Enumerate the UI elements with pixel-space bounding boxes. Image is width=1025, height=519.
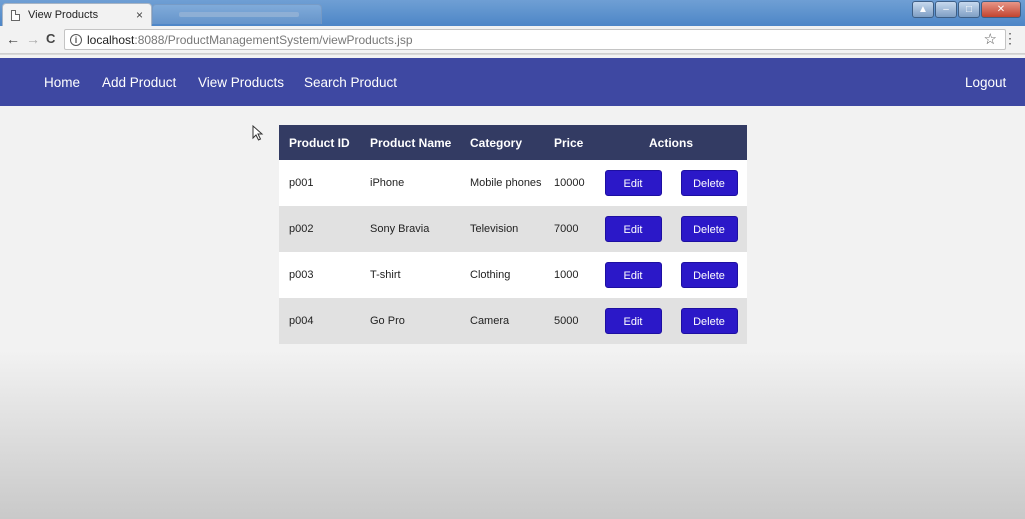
cell-product-name: iPhone: [360, 160, 460, 206]
minimize-button[interactable]: –: [935, 1, 957, 18]
close-window-button[interactable]: ✕: [981, 1, 1021, 18]
nav-home-link[interactable]: Home: [44, 75, 80, 90]
cell-category: Television: [460, 206, 544, 252]
table-row: p002 Sony Bravia Television 7000 Edit De…: [279, 206, 747, 252]
cell-product-name: Sony Bravia: [360, 206, 460, 252]
delete-button[interactable]: Delete: [680, 170, 738, 196]
browser-tab-inactive[interactable]: [152, 4, 322, 24]
cell-product-id: p001: [279, 160, 360, 206]
cell-price: 7000: [544, 206, 595, 252]
reload-icon[interactable]: C: [46, 31, 55, 46]
forward-icon[interactable]: →: [26, 31, 40, 47]
page-viewport: Home Add Product View Products Search Pr…: [0, 55, 1025, 519]
top-navbar: Home Add Product View Products Search Pr…: [0, 58, 1025, 106]
cell-category: Mobile phones: [460, 160, 544, 206]
tab-close-icon[interactable]: ×: [136, 8, 143, 22]
url-host: localhost: [87, 32, 135, 47]
bookmark-star-icon[interactable]: ☆: [984, 30, 997, 48]
header-actions: Actions: [595, 125, 747, 160]
cell-category: Camera: [460, 298, 544, 344]
cell-product-name: T-shirt: [360, 252, 460, 298]
edit-button[interactable]: Edit: [604, 216, 662, 242]
cell-category: Clothing: [460, 252, 544, 298]
nav-logout-link[interactable]: Logout: [965, 75, 1006, 90]
header-category: Category: [460, 125, 544, 160]
nav-view-products-link[interactable]: View Products: [198, 75, 284, 90]
browser-menu-icon[interactable]: ⋮: [1003, 30, 1017, 47]
cell-product-id: p004: [279, 298, 360, 344]
user-icon[interactable]: ▲: [912, 1, 934, 18]
cell-product-name: Go Pro: [360, 298, 460, 344]
header-price: Price: [544, 125, 595, 160]
browser-tab-active[interactable]: View Products ×: [2, 3, 152, 26]
header-product-id: Product ID: [279, 125, 360, 160]
delete-button[interactable]: Delete: [680, 308, 738, 334]
edit-button[interactable]: Edit: [604, 308, 662, 334]
window-controls: ▲ – □ ✕: [912, 1, 1021, 18]
nav-search-product-link[interactable]: Search Product: [304, 75, 397, 90]
info-icon[interactable]: i: [70, 33, 82, 46]
address-bar[interactable]: i localhost:8088/ProductManagementSystem…: [64, 29, 1006, 50]
back-icon[interactable]: ←: [6, 31, 20, 47]
delete-button[interactable]: Delete: [680, 216, 738, 242]
edit-button[interactable]: Edit: [604, 170, 662, 196]
table-row: p004 Go Pro Camera 5000 Edit Delete: [279, 298, 747, 344]
header-product-name: Product Name: [360, 125, 460, 160]
table-row: p001 iPhone Mobile phones 10000 Edit Del…: [279, 160, 747, 206]
table-row: p003 T-shirt Clothing 1000 Edit Delete: [279, 252, 747, 298]
cell-product-id: p002: [279, 206, 360, 252]
browser-title-bar: View Products × ▲ – □ ✕: [0, 0, 1025, 26]
edit-button[interactable]: Edit: [604, 262, 662, 288]
maximize-button[interactable]: □: [958, 1, 980, 18]
cell-price: 10000: [544, 160, 595, 206]
url-path: :8088/ProductManagementSystem/viewProduc…: [134, 32, 413, 47]
tab-title: View Products: [28, 9, 99, 21]
cell-price: 1000: [544, 252, 595, 298]
page-icon: [11, 9, 20, 21]
cell-price: 5000: [544, 298, 595, 344]
delete-button[interactable]: Delete: [680, 262, 738, 288]
browser-toolbar: ← → C i localhost:8088/ProductManagement…: [0, 26, 1025, 54]
table-header-row: Product ID Product Name Category Price A…: [279, 125, 747, 160]
cell-product-id: p003: [279, 252, 360, 298]
products-table: Product ID Product Name Category Price A…: [279, 125, 747, 344]
mouse-cursor-icon: [252, 125, 264, 141]
nav-add-product-link[interactable]: Add Product: [102, 75, 176, 90]
